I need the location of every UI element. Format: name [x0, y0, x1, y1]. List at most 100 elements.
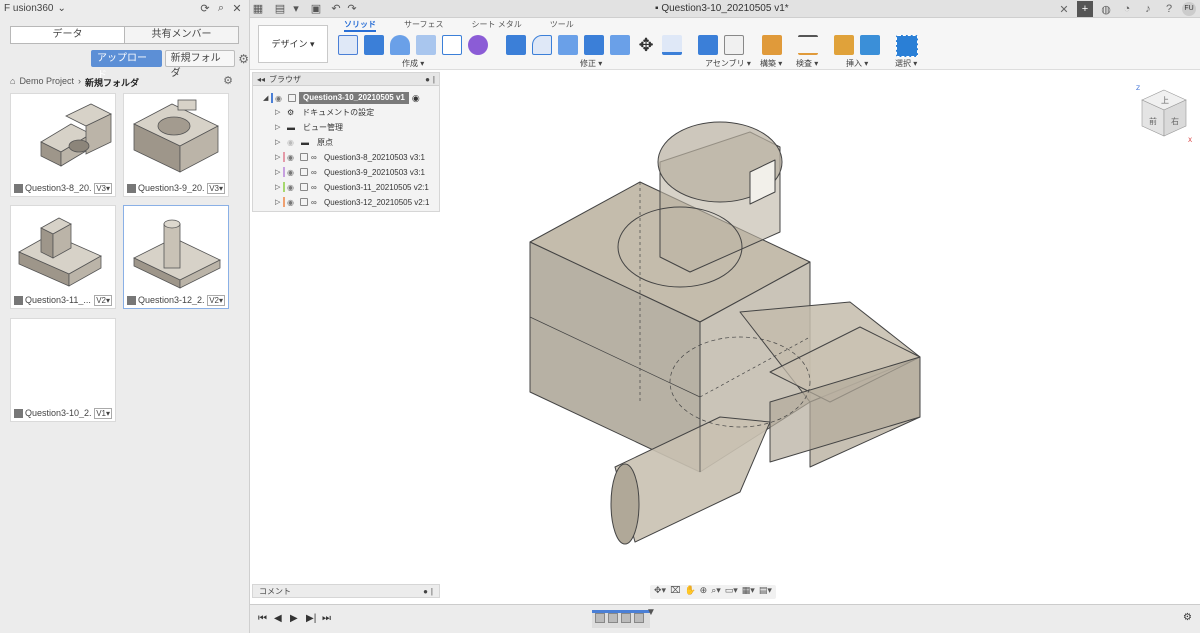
breadcrumb-project[interactable]: Demo Project [19, 76, 74, 89]
grid-menu-icon[interactable]: ▦ [250, 2, 266, 15]
assemble-menu[interactable]: アセンブリ ▾ [705, 58, 751, 69]
visibility-icon[interactable]: ◉ [287, 183, 297, 192]
undo-icon[interactable]: ↶ [328, 2, 344, 15]
folder-settings-icon[interactable]: ⚙ [223, 74, 233, 87]
insert-image-icon[interactable] [860, 35, 880, 55]
timeline-marker-icon[interactable]: ▼ [646, 607, 656, 618]
pattern-icon[interactable] [442, 35, 462, 55]
joint-icon[interactable] [724, 35, 744, 55]
tree-item[interactable]: ▷ ⚙ ドキュメントの設定 [275, 105, 374, 119]
version-dropdown[interactable]: V2▾ [207, 294, 225, 306]
chamfer-icon[interactable] [558, 35, 578, 55]
insert-menu[interactable]: 挿入 ▾ [846, 58, 868, 69]
play-icon[interactable]: ▶ [290, 613, 298, 624]
visibility-icon[interactable]: ◉ [287, 168, 297, 177]
tree-item-linked[interactable]: ▷ ◉ ∞ Question3-12_20210505 v2:1 [275, 195, 429, 209]
file-tile[interactable]: Question3-10_2... V1▾ [10, 318, 116, 422]
collapse-icon[interactable]: ◂◂ [257, 75, 265, 84]
timeline-feature[interactable] [595, 613, 605, 623]
tab-tools[interactable]: ツール [550, 19, 574, 32]
expand-icon[interactable]: ▷ [275, 183, 283, 191]
model-viewport[interactable] [440, 72, 1130, 582]
close-tab-icon[interactable]: ✕ [1056, 3, 1072, 16]
tab-solid[interactable]: ソリッド [344, 19, 376, 32]
tree-item[interactable]: ▷ ◉ ▬ 原点 [275, 135, 333, 149]
timeline-feature[interactable] [608, 613, 618, 623]
viewports-icon[interactable]: ▤▾ [759, 585, 772, 599]
tree-item[interactable]: ▷ ▬ ビュー管理 [275, 120, 343, 134]
go-to-end-icon[interactable]: ⏭ [322, 613, 331, 624]
file-tile[interactable]: Question3-11_... V2▾ [10, 205, 116, 309]
visibility-icon[interactable]: ◉ [287, 198, 297, 207]
form-icon[interactable] [468, 35, 488, 55]
offset-plane-icon[interactable] [762, 35, 782, 55]
file-tile[interactable]: Question3-9_20... V3▾ [123, 93, 229, 197]
insert-derive-icon[interactable] [834, 35, 854, 55]
browser-options-icon[interactable]: ● [425, 75, 430, 84]
tree-item-linked[interactable]: ▷ ◉ ∞ Question3-8_20210503 v3:1 [275, 150, 425, 164]
expand-icon[interactable]: ▷ [275, 108, 283, 116]
workspace-dropdown[interactable]: デザイン ▾ [258, 25, 328, 63]
tab-shared-members[interactable]: 共有メンバー [125, 27, 238, 43]
job-status-icon[interactable]: ◔ [1119, 3, 1135, 15]
grid-settings-icon[interactable]: ▦▾ [742, 585, 755, 599]
select-menu[interactable]: 選択 ▾ [895, 58, 917, 69]
gear-icon[interactable]: ⚙ [1183, 612, 1192, 623]
expand-icon[interactable]: ▷ [275, 153, 283, 161]
chevron-down-icon[interactable]: ▾ [288, 2, 304, 15]
align-icon[interactable] [662, 35, 682, 55]
refresh-icon[interactable]: ⟳ [197, 2, 213, 15]
expand-icon[interactable]: ▷ [275, 138, 283, 146]
timeline-feature[interactable] [621, 613, 631, 623]
expand-icon[interactable]: ▷ [275, 168, 283, 176]
measure-icon[interactable] [798, 35, 818, 55]
close-icon[interactable]: ✕ [229, 2, 245, 15]
construct-menu[interactable]: 構築 ▾ [760, 58, 782, 69]
fillet-icon[interactable] [532, 35, 552, 55]
save-icon[interactable]: ▣ [308, 2, 324, 15]
tab-surface[interactable]: サーフェス [404, 19, 444, 32]
gear-icon[interactable]: ⚙ [238, 52, 249, 66]
viewcube[interactable]: 上 前 右 Z X [1134, 84, 1194, 144]
step-forward-icon[interactable]: ▶| [306, 613, 316, 624]
comments-resize-icon[interactable]: | [431, 587, 433, 596]
visibility-icon[interactable]: ◉ [275, 94, 285, 103]
help-icon[interactable]: ? [1161, 3, 1177, 15]
shell-icon[interactable] [584, 35, 604, 55]
press-pull-icon[interactable] [506, 35, 526, 55]
extensions-icon[interactable]: ◍ [1098, 3, 1114, 16]
visibility-icon[interactable]: ◉ [287, 153, 297, 162]
file-menu-icon[interactable]: ▤ [272, 2, 288, 15]
version-dropdown[interactable]: V3▾ [94, 182, 112, 194]
tree-root[interactable]: ◢ ◉ Question3-10_20210505 v1 ◉ [263, 91, 420, 105]
home-icon[interactable]: ⌂ [10, 76, 15, 89]
display-settings-icon[interactable]: ▭▾ [725, 585, 738, 599]
add-comment-icon[interactable]: ● [423, 587, 428, 596]
new-sketch-icon[interactable] [338, 35, 358, 55]
modify-menu[interactable]: 修正 ▾ [580, 58, 602, 69]
step-back-icon[interactable]: ◀ [274, 613, 282, 624]
redo-icon[interactable]: ↷ [344, 2, 360, 15]
create-menu[interactable]: 作成 ▾ [402, 58, 424, 69]
expand-icon[interactable]: ◢ [263, 94, 271, 102]
extrude-icon[interactable] [364, 35, 384, 55]
notifications-icon[interactable]: ♪ [1140, 3, 1156, 15]
combine-icon[interactable] [610, 35, 630, 55]
avatar[interactable]: FU [1182, 2, 1196, 16]
tree-item-linked[interactable]: ▷ ◉ ∞ Question3-11_20210505 v2:1 [275, 180, 429, 194]
browser-resize-icon[interactable]: | [433, 75, 435, 84]
fit-icon[interactable]: ⌕▾ [711, 585, 721, 599]
upload-button[interactable]: アップロード [91, 50, 162, 81]
move-icon[interactable]: ✥ [636, 35, 656, 55]
new-component-icon[interactable] [698, 35, 718, 55]
select-icon[interactable] [896, 35, 918, 57]
inspect-menu[interactable]: 検査 ▾ [796, 58, 818, 69]
expand-icon[interactable]: ▷ [275, 123, 283, 131]
pan-icon[interactable]: ✋ [684, 585, 695, 599]
file-tile-selected[interactable]: Question3-12_2... V2▾ [123, 205, 229, 309]
new-tab-icon[interactable]: + [1077, 1, 1093, 17]
hidden-visibility-icon[interactable]: ◉ [287, 138, 297, 147]
document-tab[interactable]: ▪ Question3-10_20210505 v1* [655, 3, 789, 14]
chevron-down-icon[interactable]: ⌄ [57, 3, 65, 14]
version-dropdown[interactable]: V3▾ [207, 182, 225, 194]
